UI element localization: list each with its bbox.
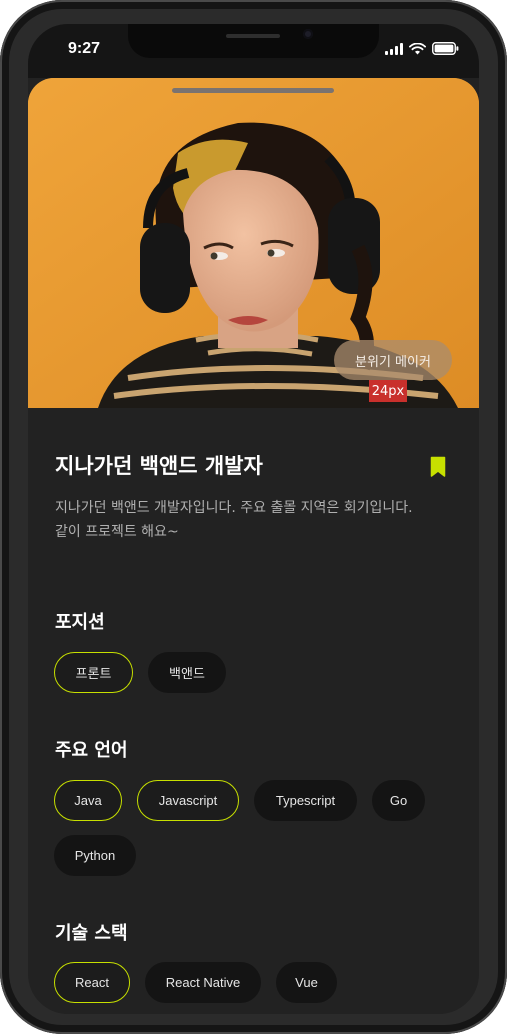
battery-icon: [432, 42, 459, 55]
chip-stack-react[interactable]: React: [54, 962, 130, 1003]
device-notch: [128, 24, 379, 58]
section-title-position: 포지션: [55, 612, 105, 633]
chip-position-back[interactable]: 백앤드: [148, 652, 226, 693]
status-time: 9:27: [68, 40, 101, 57]
profile-description: 지나가던 백앤드 개발자입니다. 주요 출몰 지역은 회기입니다. 같이 프로젝…: [55, 500, 413, 540]
stack-chip-group: React React Native Vue: [54, 962, 454, 1003]
bookmark-icon[interactable]: [430, 456, 446, 478]
chip-language-typescript[interactable]: Typescript: [254, 780, 357, 821]
mood-maker-tag: 분위기 메이커: [334, 340, 452, 380]
status-bar: 9:27: [28, 24, 479, 78]
chip-language-java[interactable]: Java: [54, 780, 122, 821]
profile-photo: 분위기 메이커 24px: [28, 78, 479, 408]
chip-stack-vue[interactable]: Vue: [276, 962, 337, 1003]
spacing-annotation: 24px: [369, 380, 407, 402]
front-camera: [303, 29, 313, 39]
position-chip-group: 프론트 백앤드: [54, 652, 454, 693]
page-title: 지나가던 백앤드 개발자: [55, 454, 263, 478]
app-screen: 9:27 분위기 메이커 24px 지나가던 백앤드 개발자 지나가던 백앤드 …: [28, 24, 479, 1014]
speaker-grille: [226, 34, 280, 38]
chip-language-go[interactable]: Go: [372, 780, 425, 821]
phone-frame: 9:27 분위기 메이커 24px 지나가던 백앤드 개발자 지나가던 백앤드 …: [0, 0, 507, 1034]
language-chip-group: Java Javascript Typescript Go Python: [54, 780, 454, 876]
chip-language-python[interactable]: Python: [54, 835, 136, 876]
section-title-languages: 주요 언어: [55, 740, 128, 761]
section-title-stack: 기술 스택: [55, 923, 128, 944]
wifi-icon: [409, 43, 426, 55]
cellular-signal-icon: [385, 43, 403, 55]
chip-position-front[interactable]: 프론트: [54, 652, 133, 693]
chip-stack-react-native[interactable]: React Native: [145, 962, 261, 1003]
chip-language-javascript[interactable]: Javascript: [137, 780, 239, 821]
sheet-drag-handle[interactable]: [172, 88, 334, 93]
status-icons: [385, 42, 459, 55]
